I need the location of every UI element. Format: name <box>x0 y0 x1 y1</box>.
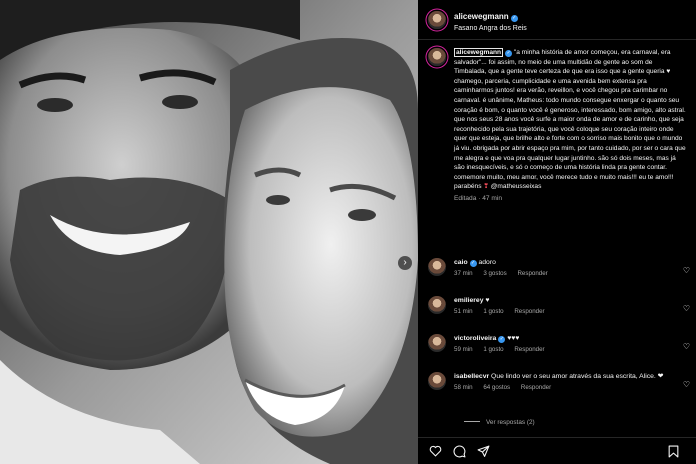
comment-item: isabellecvr Que lindo ver o seu amor atr… <box>428 372 690 391</box>
couple-photo-image <box>0 0 418 464</box>
comment-time: 59 min <box>454 346 473 353</box>
comment-likes[interactable]: 1 gosto <box>483 346 503 353</box>
caption-text: "a minha história de amor começou, era c… <box>454 49 686 191</box>
reply-button[interactable]: Responder <box>514 346 544 353</box>
share-icon[interactable] <box>476 444 490 458</box>
view-replies-label: Ver respostas (2) <box>486 419 535 426</box>
commenter-username[interactable]: victoroliveira <box>454 335 496 342</box>
view-replies-button[interactable]: Ver respostas (2) <box>464 419 535 426</box>
comment-likes[interactable]: 64 gostos <box>483 384 510 391</box>
replies-divider <box>464 421 480 422</box>
verified-badge-icon: ✓ <box>469 260 477 267</box>
reply-button[interactable]: Responder <box>514 308 544 315</box>
bookmark-icon[interactable] <box>666 444 680 458</box>
comment-like-heart-icon[interactable]: ♡ <box>683 304 690 313</box>
next-photo-button[interactable]: › <box>398 256 412 270</box>
heart-exclamation-emoji: ❣ <box>483 183 489 191</box>
post-location[interactable]: Fasano Angra dos Reis <box>454 25 527 33</box>
commenter-avatar[interactable] <box>428 372 446 390</box>
commenter-username[interactable]: caio <box>454 259 468 266</box>
comment-time: 58 min <box>454 384 473 391</box>
caption-author-username[interactable]: alicewegmann <box>454 48 504 57</box>
comment-time: 51 min <box>454 308 473 315</box>
comment-item: emilierey ♥ 51 min 1 gosto Responder ♡ <box>428 296 690 315</box>
reply-button[interactable]: Responder <box>517 270 547 277</box>
author-username[interactable]: alicewegmann <box>454 12 509 21</box>
commenter-avatar[interactable] <box>428 296 446 314</box>
post-header: alicewegmann ✓ Fasano Angra dos Reis <box>418 0 696 40</box>
comment-likes[interactable]: 1 gosto <box>483 308 503 315</box>
verified-badge-icon: ✓ <box>505 50 513 57</box>
comment-text: adoro <box>478 259 496 266</box>
comment-like-heart-icon[interactable]: ♡ <box>683 342 690 351</box>
chevron-right-icon: › <box>403 257 407 268</box>
comment-time: 37 min <box>454 270 473 277</box>
comment-text: ♥♥♥ <box>507 335 520 342</box>
caption-author-avatar[interactable] <box>428 48 446 66</box>
comment-like-heart-icon[interactable]: ♡ <box>683 266 690 275</box>
comment-likes[interactable]: 3 gostos <box>483 270 506 277</box>
post-caption: alicewegmann ✓ "a minha história de amor … <box>418 40 696 202</box>
caption-mention-link[interactable]: @matheusseixas <box>491 183 542 190</box>
commenter-username[interactable]: emilierey <box>454 297 483 304</box>
comment-text: ♥ <box>485 297 490 304</box>
post-photo: › <box>0 0 418 464</box>
comment-icon[interactable] <box>452 444 466 458</box>
commenter-username[interactable]: isabellecvr <box>454 373 489 380</box>
author-avatar[interactable] <box>428 10 446 29</box>
comment-like-heart-icon[interactable]: ♡ <box>683 380 690 389</box>
verified-badge-icon: ✓ <box>498 336 506 343</box>
commenter-avatar[interactable] <box>428 258 446 276</box>
post-details-panel: alicewegmann ✓ Fasano Angra dos Reis alic… <box>418 0 696 464</box>
verified-badge-icon: ✓ <box>510 15 518 23</box>
post-actions-bar <box>418 437 696 464</box>
reply-button[interactable]: Responder <box>521 384 551 391</box>
commenter-avatar[interactable] <box>428 334 446 352</box>
comment-item: victoroliveira ✓ ♥♥♥ 59 min 1 gosto Respo… <box>428 334 690 353</box>
comment-item: caio ✓ adoro 37 min 3 gostos Responder ♡ <box>428 258 690 277</box>
comment-text: Que lindo ver o seu amor através da sua … <box>491 373 664 380</box>
caption-edited-time: Editada · 47 min <box>454 194 503 202</box>
heart-icon[interactable] <box>428 444 442 458</box>
